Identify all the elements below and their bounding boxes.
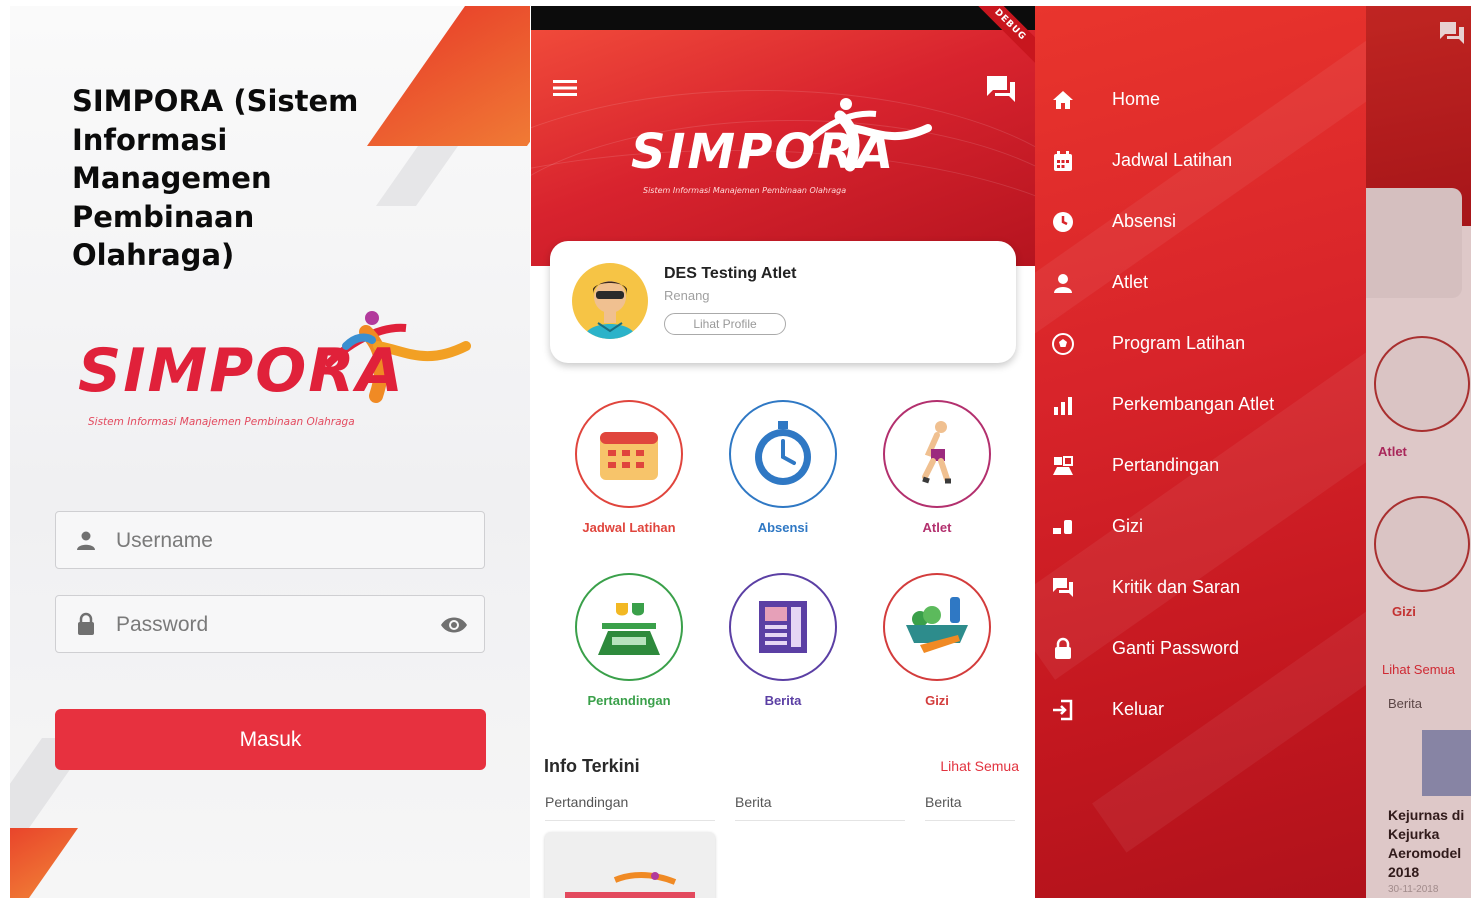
username-field[interactable] <box>55 511 485 569</box>
drawer-item-label: Atlet <box>1112 272 1149 292</box>
drawer-item-pertandingan[interactable]: Pertandingan <box>1035 446 1366 486</box>
status-bar <box>531 6 1035 30</box>
calendar-icon <box>1054 151 1072 171</box>
feature-circle[interactable] <box>729 573 837 681</box>
nutrition-icon <box>906 597 968 653</box>
info-section-title: Info Terkini <box>544 756 640 776</box>
username-input[interactable] <box>114 522 418 560</box>
runner-icon <box>922 421 951 484</box>
home-header: SIMPORA Sistem Informasi Manajemen Pembi… <box>531 30 1035 266</box>
simpora-thumbnail-icon <box>565 872 695 898</box>
drawer-item-label: Keluar <box>1112 699 1165 719</box>
feature-jadwal-latihan[interactable]: Jadwal Latihan <box>559 400 699 535</box>
navigation-drawer: Home Jadwal Latihan Absensi Atlet Progra… <box>1035 6 1366 898</box>
feature-label: Berita <box>764 693 802 708</box>
feature-circle[interactable] <box>575 573 683 681</box>
profile-card: DES Testing Atlet Renang Lihat Profile <box>550 241 1016 363</box>
feature-label: Gizi <box>925 693 949 708</box>
stopwatch-icon <box>755 421 811 485</box>
drawer-item-label: Kritik dan Saran <box>1112 577 1241 597</box>
competition-icon <box>1053 456 1073 475</box>
drawer-item-gizi[interactable]: Gizi <box>1035 507 1366 547</box>
chat-icon[interactable] <box>985 74 1017 104</box>
drawer-item-ganti-password[interactable]: Ganti Password <box>1035 629 1366 669</box>
calendar-icon <box>600 432 658 480</box>
drawer-item-program-latihan[interactable]: Program Latihan <box>1035 324 1366 364</box>
password-field[interactable] <box>55 595 485 653</box>
password-input[interactable] <box>114 606 418 644</box>
app-title: SIMPORA (Sistem Informasi Managemen Pemb… <box>72 84 359 272</box>
decor-stripe <box>10 828 79 898</box>
chat-icon <box>1053 578 1073 597</box>
feature-circle[interactable] <box>883 573 991 681</box>
feature-circle[interactable] <box>883 400 991 508</box>
drawer-item-keluar[interactable]: Keluar <box>1035 690 1366 730</box>
feature-absensi[interactable]: Absensi <box>713 400 853 535</box>
feature-label: Atlet <box>922 520 952 535</box>
profile-sport: Renang <box>664 288 710 303</box>
home-screen: SIMPORA Sistem Informasi Manajemen Pembi… <box>531 6 1035 898</box>
simpora-logo: SIMPORA Sistem Informasi Manajemen Pembi… <box>631 94 951 204</box>
chart-icon <box>1054 397 1072 415</box>
clock-icon <box>1053 212 1073 232</box>
competition-icon <box>598 603 660 655</box>
logo-wordmark: SIMPORA <box>631 124 896 180</box>
lock-icon <box>78 612 94 635</box>
nutrition-icon <box>1053 520 1072 534</box>
feature-label: Jadwal Latihan <box>582 520 676 535</box>
person-icon <box>77 531 95 550</box>
feature-label: Pertandingan <box>587 693 671 708</box>
logo-wordmark: SIMPORA <box>78 336 405 406</box>
drawer-item-jadwal-latihan[interactable]: Jadwal Latihan <box>1035 141 1366 181</box>
see-all-link[interactable]: Lihat Semua <box>940 758 1019 774</box>
feature-circle[interactable] <box>575 400 683 508</box>
drawer-item-label: Perkembangan Atlet <box>1112 394 1275 414</box>
logout-icon <box>1053 699 1073 721</box>
news-thumbnail[interactable] <box>545 832 715 898</box>
feature-circle[interactable] <box>729 400 837 508</box>
login-button[interactable]: Masuk <box>55 709 486 770</box>
drawer-item-label: Program Latihan <box>1112 333 1246 353</box>
person-icon <box>1054 274 1072 293</box>
info-category-tab[interactable]: Berita <box>735 794 772 810</box>
profile-name: DES Testing Atlet <box>664 265 797 282</box>
drawer-item-kritik-dan-saran[interactable]: Kritik dan Saran <box>1035 568 1366 608</box>
drawer-item-label: Home <box>1112 89 1161 109</box>
logo-tagline: Sistem Informasi Manajemen Pembinaan Ola… <box>88 416 355 428</box>
avatar <box>572 263 648 339</box>
divider <box>735 820 905 821</box>
feature-gizi[interactable]: Gizi <box>867 573 1007 708</box>
drawer-item-label: Ganti Password <box>1112 638 1240 658</box>
drawer-item-label: Absensi <box>1112 211 1177 231</box>
hamburger-menu-icon[interactable] <box>553 78 577 98</box>
drawer-item-label: Jadwal Latihan <box>1112 150 1233 170</box>
divider <box>545 820 715 821</box>
info-category-tab[interactable]: Pertandingan <box>545 794 628 810</box>
drawer-item-home[interactable]: Home <box>1035 80 1366 120</box>
home-icon <box>1053 91 1073 109</box>
drawer-item-absensi[interactable]: Absensi <box>1035 202 1366 242</box>
feature-pertandingan[interactable]: Pertandingan <box>559 573 699 708</box>
feature-label: Absensi <box>757 520 809 535</box>
login-screen: SIMPORA (Sistem Informasi Managemen Pemb… <box>10 6 530 898</box>
athlete-avatar-icon <box>584 281 636 339</box>
divider <box>925 820 1015 821</box>
drawer-item-label: Gizi <box>1112 516 1143 536</box>
logo-tagline: Sistem Informasi Manajemen Pembinaan Ola… <box>643 186 847 195</box>
drawer-item-atlet[interactable]: Atlet <box>1035 263 1366 303</box>
soccer-ball-icon <box>1052 333 1074 355</box>
drawer-item-perkembangan-atlet[interactable]: Perkembangan Atlet <box>1035 385 1366 425</box>
drawer-screen: Atlet Gizi Lihat Semua Berita Kejurnas d… <box>1035 6 1471 898</box>
lock-icon <box>1055 637 1071 659</box>
drawer-scrim[interactable] <box>1366 6 1471 898</box>
news-icon <box>759 601 807 653</box>
feature-berita[interactable]: Berita <box>713 573 853 708</box>
view-profile-button[interactable]: Lihat Profile <box>664 313 786 335</box>
eye-icon[interactable] <box>440 614 468 636</box>
drawer-item-label: Pertandingan <box>1112 455 1220 475</box>
info-category-tab[interactable]: Berita <box>925 794 962 810</box>
simpora-logo: SIMPORA Sistem Informasi Manajemen Pembi… <box>76 306 476 446</box>
feature-atlet[interactable]: Atlet <box>867 400 1007 535</box>
